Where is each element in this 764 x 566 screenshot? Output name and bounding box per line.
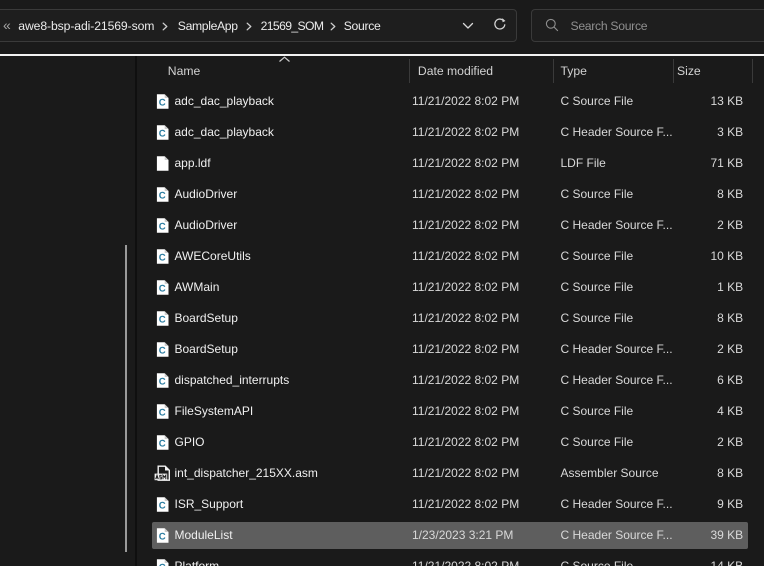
svg-text:C: C	[159, 97, 166, 108]
svg-text:C: C	[159, 314, 166, 325]
svg-text:C: C	[159, 531, 166, 542]
svg-text:C: C	[159, 562, 166, 566]
svg-text:C: C	[159, 345, 166, 356]
svg-text:C: C	[159, 128, 166, 139]
svg-text:C: C	[159, 190, 166, 201]
svg-text:C: C	[159, 252, 166, 263]
svg-text:C: C	[159, 500, 166, 511]
svg-text:C: C	[159, 376, 166, 387]
svg-text:C: C	[159, 283, 166, 294]
svg-text:C: C	[159, 221, 166, 232]
svg-text:C: C	[159, 407, 166, 418]
svg-text:C: C	[159, 438, 166, 449]
